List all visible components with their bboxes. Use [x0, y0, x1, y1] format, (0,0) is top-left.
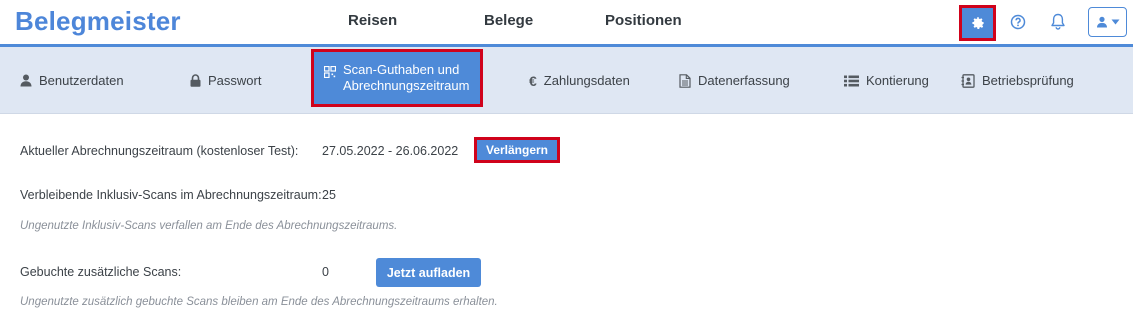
- document-icon: [679, 73, 691, 88]
- subnav-tab-zahlungsdaten[interactable]: € Zahlungsdaten: [529, 47, 630, 114]
- subnav-label: Betriebsprüfung: [982, 73, 1074, 88]
- gear-icon: [971, 17, 984, 29]
- settings-subnav: Benutzerdaten Passwort Scan-Guthaben und…: [0, 47, 1133, 114]
- notifications-button[interactable]: [1048, 11, 1068, 33]
- extend-button[interactable]: Verlängern: [474, 137, 560, 163]
- subnav-label: Zahlungsdaten: [543, 73, 630, 88]
- subnav-tab-passwort[interactable]: Passwort: [190, 47, 261, 114]
- subnav-tab-scan-guthaben[interactable]: Scan-Guthaben und Abrechnungszeitraum: [311, 49, 483, 107]
- period-value: 27.05.2022 - 26.06.2022: [322, 144, 459, 158]
- subnav-label-line2: Abrechnungszeitraum: [343, 78, 470, 93]
- settings-button[interactable]: [959, 5, 996, 41]
- subnav-label-line1: Scan-Guthaben und: [343, 62, 460, 77]
- qr-icon: [324, 66, 336, 78]
- caret-down-icon: [1111, 19, 1119, 25]
- top-header: Belegmeister Reisen Belege Positionen: [0, 0, 1133, 44]
- remaining-scans-hint: Ungenutzte Inklusiv-Scans verfallen am E…: [20, 220, 398, 232]
- extra-scans-label: Gebuchte zusätzliche Scans:: [20, 265, 182, 279]
- user-icon: [1096, 16, 1107, 28]
- lock-icon: [190, 74, 201, 87]
- list-icon: [844, 75, 859, 87]
- subnav-label-active: Scan-Guthaben und Abrechnungszeitraum: [343, 62, 469, 94]
- bell-icon: [1051, 13, 1065, 30]
- subnav-label: Passwort: [208, 73, 262, 88]
- topnav-positionen[interactable]: Positionen: [605, 12, 682, 29]
- brand-logo[interactable]: Belegmeister: [15, 6, 181, 37]
- user-icon: [20, 74, 32, 87]
- subnav-label: Benutzerdaten: [39, 73, 124, 88]
- euro-icon: €: [529, 72, 537, 89]
- question-circle-icon: [1010, 14, 1026, 30]
- contact-book-icon: [961, 73, 975, 88]
- extra-scans-value: 0: [322, 265, 329, 279]
- subnav-tab-kontierung[interactable]: Kontierung: [844, 47, 929, 114]
- extra-scans-hint: Ungenutzte zusätzlich gebuchte Scans ble…: [20, 296, 498, 308]
- remaining-scans-label: Verbleibende Inklusiv-Scans im Abrechnun…: [20, 188, 322, 202]
- period-label: Aktueller Abrechnungszeitraum (kostenlos…: [20, 144, 299, 158]
- remaining-scans-value: 25: [322, 188, 336, 202]
- help-button[interactable]: [1008, 12, 1028, 32]
- subnav-tab-benutzerdaten[interactable]: Benutzerdaten: [20, 47, 124, 114]
- topnav-belege[interactable]: Belege: [484, 12, 533, 29]
- user-menu-button[interactable]: [1088, 7, 1127, 37]
- subnav-label: Datenerfassung: [698, 73, 790, 88]
- topnav-reisen[interactable]: Reisen: [348, 12, 397, 29]
- subnav-label: Kontierung: [866, 73, 929, 88]
- topup-button[interactable]: Jetzt aufladen: [376, 258, 481, 287]
- subnav-tab-betriebspruefung[interactable]: Betriebsprüfung: [961, 47, 1074, 114]
- subnav-tab-datenerfassung[interactable]: Datenerfassung: [679, 47, 790, 114]
